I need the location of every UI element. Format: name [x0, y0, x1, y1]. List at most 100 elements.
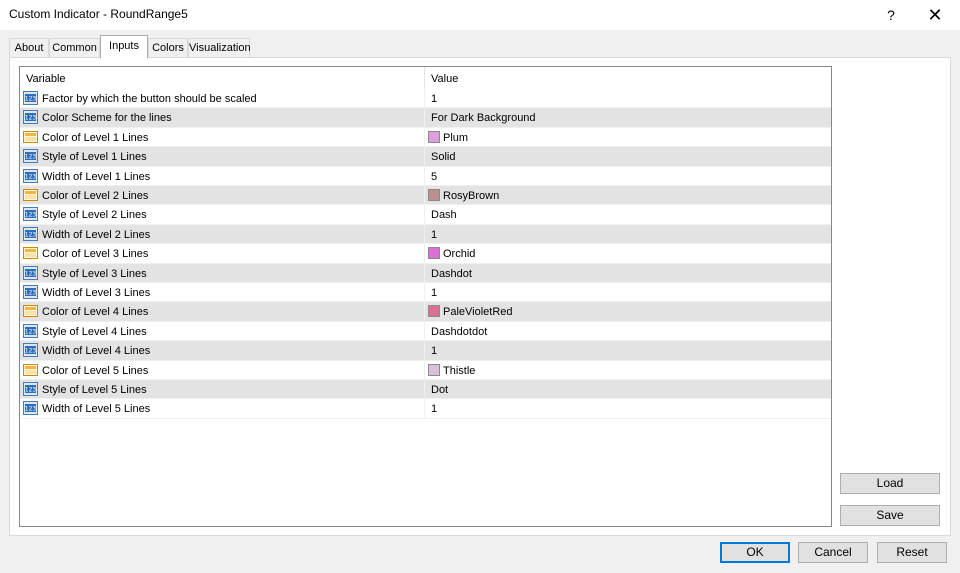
value-cell[interactable]: Dash: [424, 205, 831, 225]
value-text[interactable]: Dot: [431, 384, 448, 396]
value-text[interactable]: Plum: [443, 132, 468, 144]
value-cell[interactable]: Orchid: [424, 244, 831, 264]
color-swatch[interactable]: [428, 363, 440, 376]
variable-cell: 123 Width of Level 5 Lines: [22, 399, 424, 418]
table-row[interactable]: 123 Color Scheme for the lines For Dark Ba…: [20, 108, 831, 128]
variable-cell: 123 Width of Level 3 Lines: [22, 283, 424, 302]
variable-cell: Color of Level 3 Lines: [22, 244, 424, 263]
table-row[interactable]: 123 Style of Level 1 Lines Solid: [20, 147, 831, 167]
value-text[interactable]: Dash: [431, 209, 457, 221]
help-button[interactable]: ?: [876, 3, 906, 27]
reset-button[interactable]: Reset: [877, 542, 947, 563]
variable-label: Color of Level 4 Lines: [42, 306, 149, 319]
table-row[interactable]: 123 Width of Level 5 Lines 1: [20, 399, 831, 419]
value-cell[interactable]: Dashdotdot: [424, 321, 831, 341]
table-row[interactable]: 123 Width of Level 2 Lines 1: [20, 224, 831, 245]
tab-colors[interactable]: Colors: [148, 38, 188, 57]
variable-cell: 123 Color Scheme for the lines: [22, 108, 424, 127]
value-text[interactable]: Dashdot: [431, 268, 472, 280]
value-cell[interactable]: Solid: [424, 147, 831, 167]
table-row[interactable]: Color of Level 3 Lines Orchid: [20, 244, 831, 264]
number-icon: 123: [23, 382, 38, 396]
color-swatch[interactable]: [428, 247, 440, 260]
svg-text:123: 123: [25, 406, 37, 413]
value-cell[interactable]: For Dark Background: [424, 108, 831, 128]
value-cell[interactable]: 1: [424, 224, 831, 244]
table-row[interactable]: Color of Level 2 Lines RosyBrown: [20, 186, 831, 206]
value-text[interactable]: Solid: [431, 151, 455, 163]
value-cell[interactable]: Dashdot: [424, 263, 831, 283]
tab-inputs[interactable]: Inputs: [100, 35, 148, 58]
value-cell[interactable]: Thistle: [424, 360, 831, 380]
value-cell[interactable]: PaleVioletRed: [424, 302, 831, 322]
column-header-value[interactable]: Value: [431, 73, 458, 85]
value-cell[interactable]: 1: [424, 399, 831, 419]
tab-common[interactable]: Common: [49, 38, 100, 57]
svg-text:123: 123: [25, 154, 37, 161]
value-text[interactable]: 1: [431, 229, 437, 241]
variable-label: Style of Level 3 Lines: [42, 267, 147, 280]
variable-cell: 123 Style of Level 3 Lines: [22, 264, 424, 283]
save-button[interactable]: Save: [840, 505, 940, 526]
number-icon: 123: [23, 226, 38, 241]
tab-about[interactable]: About: [9, 38, 49, 57]
value-text[interactable]: Thistle: [443, 365, 475, 377]
color-icon: [23, 130, 38, 144]
value-text[interactable]: 5: [431, 171, 437, 183]
variable-label: Style of Level 5 Lines: [42, 384, 147, 396]
value-text[interactable]: 1: [431, 287, 437, 299]
number-icon: 123: [23, 285, 38, 299]
svg-text:123: 123: [25, 115, 37, 122]
variable-label: Width of Level 1 Lines: [42, 170, 151, 183]
number-icon: 123: [23, 149, 38, 164]
table-row[interactable]: 123 Width of Level 1 Lines 5: [20, 166, 831, 186]
table-row[interactable]: 123 Width of Level 3 Lines 1: [20, 283, 831, 303]
value-text[interactable]: RosyBrown: [443, 190, 499, 202]
header-divider[interactable]: [424, 67, 425, 89]
table-row[interactable]: 123 Style of Level 2 Lines Dash: [20, 205, 831, 225]
value-cell[interactable]: 1: [424, 89, 831, 108]
color-swatch[interactable]: [428, 305, 440, 318]
color-icon: [23, 304, 38, 318]
variable-cell: 123 Factor by which the button should be …: [22, 89, 424, 108]
value-text[interactable]: 1: [431, 403, 437, 415]
variable-cell: Color of Level 2 Lines: [22, 186, 424, 205]
close-button[interactable]: ✕: [920, 3, 950, 27]
load-button[interactable]: Load: [840, 473, 940, 494]
cancel-button[interactable]: Cancel: [798, 542, 868, 563]
variable-cell: 123 Style of Level 2 Lines: [22, 205, 424, 224]
value-text[interactable]: For Dark Background: [431, 112, 536, 124]
svg-text:123: 123: [25, 270, 37, 277]
value-cell[interactable]: 1: [424, 341, 831, 361]
value-text[interactable]: 1: [431, 345, 437, 357]
color-icon: [23, 246, 38, 260]
table-row[interactable]: Color of Level 4 Lines PaleVioletRed: [20, 302, 831, 322]
ok-button[interactable]: OK: [720, 542, 790, 563]
value-cell[interactable]: 1: [424, 283, 831, 302]
table-row[interactable]: 123 Style of Level 4 Lines Dashdotdot: [20, 321, 831, 342]
table-row[interactable]: 123 Style of Level 3 Lines Dashdot: [20, 263, 831, 283]
number-icon: 123: [23, 207, 38, 222]
variable-cell: 123 Style of Level 5 Lines: [22, 380, 424, 399]
value-text[interactable]: Dashdotdot: [431, 326, 487, 338]
value-cell[interactable]: Dot: [424, 380, 831, 399]
table-row[interactable]: Color of Level 1 Lines Plum: [20, 127, 831, 148]
column-header-variable[interactable]: Variable: [26, 73, 66, 85]
variable-label: Color of Level 2 Lines: [42, 190, 149, 202]
variable-cell: 123 Width of Level 2 Lines: [22, 225, 424, 244]
color-swatch[interactable]: [428, 189, 440, 201]
table-row[interactable]: 123 Style of Level 5 Lines Dot: [20, 380, 831, 400]
value-cell[interactable]: 5: [424, 166, 831, 186]
value-text[interactable]: 1: [431, 93, 437, 105]
table-row[interactable]: 123 Width of Level 4 Lines 1: [20, 341, 831, 361]
tab-visualization[interactable]: Visualization: [188, 38, 251, 57]
value-text[interactable]: PaleVioletRed: [443, 306, 513, 318]
value-text[interactable]: Orchid: [443, 248, 475, 260]
variable-label: Width of Level 3 Lines: [42, 287, 151, 299]
number-icon: 123: [23, 110, 38, 125]
value-cell[interactable]: Plum: [424, 127, 831, 147]
value-cell[interactable]: RosyBrown: [424, 186, 831, 205]
table-row[interactable]: Color of Level 5 Lines Thistle: [20, 360, 831, 380]
color-swatch[interactable]: [428, 130, 440, 143]
table-row[interactable]: 123 Factor by which the button should be …: [20, 89, 831, 109]
